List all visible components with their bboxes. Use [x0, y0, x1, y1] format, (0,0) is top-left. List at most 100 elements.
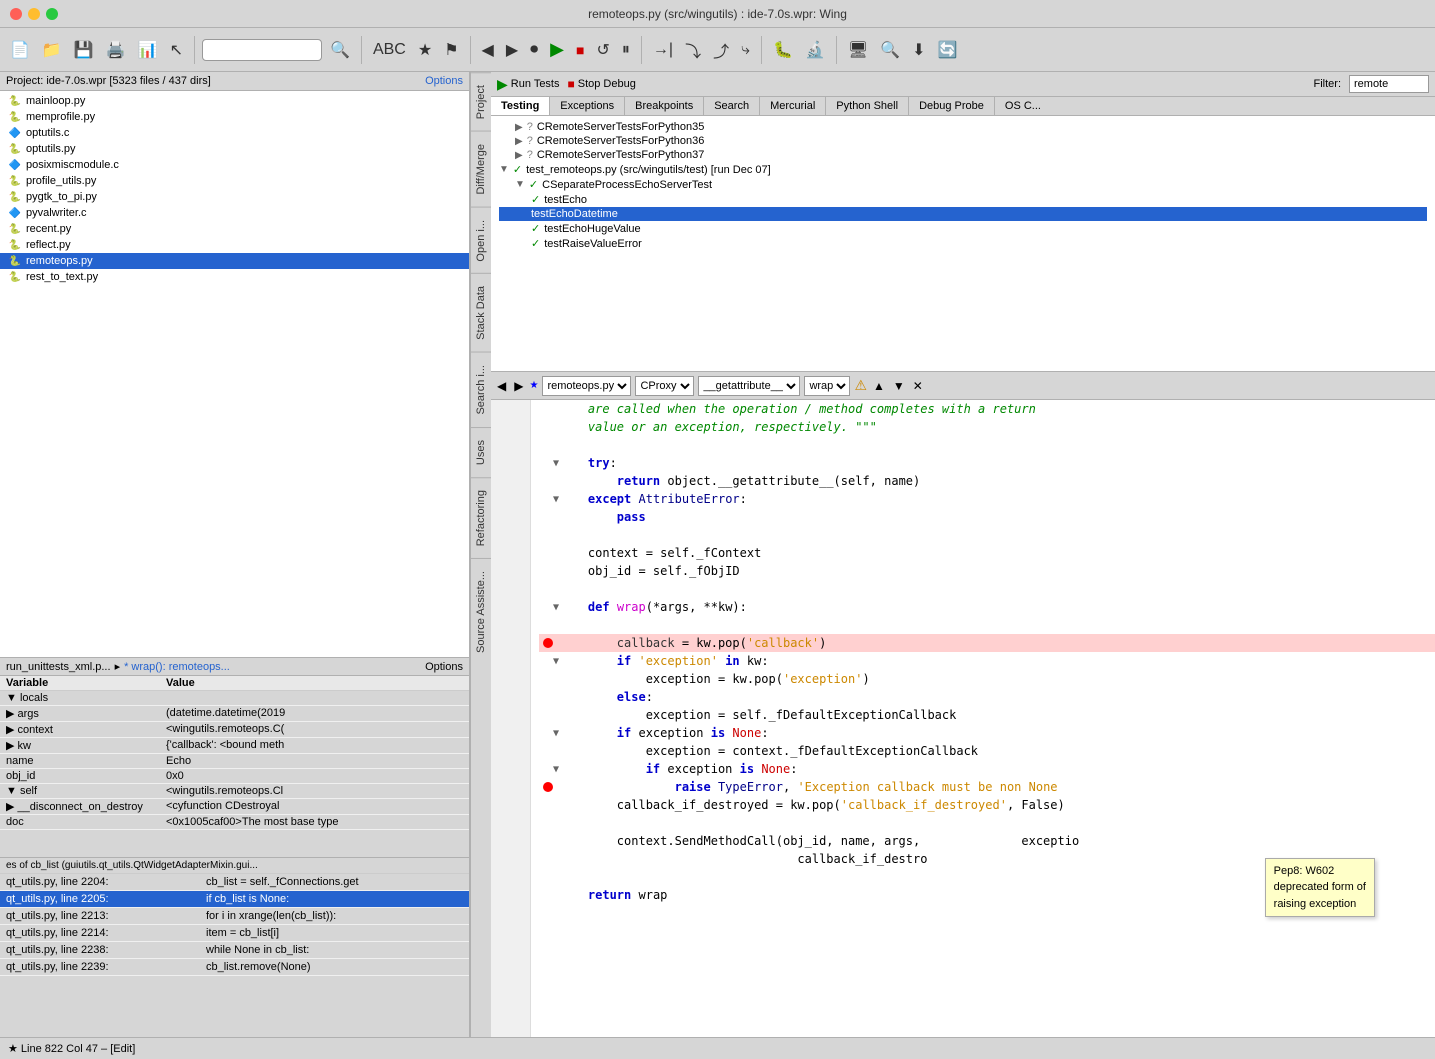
print-button[interactable]: 🖨️	[102, 38, 130, 62]
down-button[interactable]: ⬇	[908, 38, 929, 62]
vert-tab-diff/merge[interactable]: Diff/Merge	[471, 131, 491, 207]
tab-mercurial[interactable]: Mercurial	[760, 97, 826, 115]
var-row[interactable]: doc<0x1005caf00>The most base type	[0, 815, 469, 830]
toolbar-search[interactable]	[202, 39, 322, 61]
file-item[interactable]: 🐍optutils.py	[0, 141, 469, 157]
file-item[interactable]: 🔷posixmiscmodule.c	[0, 157, 469, 173]
save-button[interactable]: 💾	[70, 38, 98, 62]
close-button[interactable]	[10, 8, 22, 20]
file-item[interactable]: 🔷optutils.c	[0, 125, 469, 141]
tab-debug-probe[interactable]: Debug Probe	[909, 97, 995, 115]
bookmark-button[interactable]: ★	[414, 38, 436, 62]
func-select[interactable]: __getattribute__	[698, 376, 800, 396]
file-select[interactable]: remoteops.py	[542, 376, 631, 396]
file-item[interactable]: 🐍recent.py	[0, 221, 469, 237]
bottom-options[interactable]: Options	[425, 661, 463, 673]
minimize-button[interactable]	[28, 8, 40, 20]
filter-input[interactable]	[1349, 75, 1429, 93]
vert-tab-stack-data[interactable]: Stack Data	[471, 273, 491, 352]
test-item[interactable]: ▶?CRemoteServerTestsForPython37	[499, 148, 1427, 162]
uses-row[interactable]: qt_utils.py, line 2214:item = cb_list[i]	[0, 925, 469, 942]
bookmark2-button[interactable]: ⚑	[440, 38, 462, 62]
file-item[interactable]: 🐍reflect.py	[0, 237, 469, 253]
file-item[interactable]: 🐍mainloop.py	[0, 93, 469, 109]
var-row[interactable]: ▼ self<wingutils.remoteops.Cl	[0, 784, 469, 799]
var-row[interactable]: ▶ args(datetime.datetime(2019	[0, 706, 469, 722]
test-item[interactable]: ✓testEcho	[499, 192, 1427, 207]
uses-row[interactable]: qt_utils.py, line 2213:for i in xrange(l…	[0, 908, 469, 925]
test-item[interactable]: testEchoDatetime	[499, 207, 1427, 221]
step-next-button[interactable]: →|	[649, 39, 677, 61]
tab-search[interactable]: Search	[704, 97, 760, 115]
var-row[interactable]: ▶ context<wingutils.remoteops.C(	[0, 722, 469, 738]
test-item[interactable]: ▼✓test_remoteops.py (src/wingutils/test)…	[499, 162, 1427, 177]
vert-tab-refactoring[interactable]: Refactoring	[471, 477, 491, 558]
test-item[interactable]: ▶?CRemoteServerTestsForPython36	[499, 134, 1427, 148]
file-item[interactable]: 🐍remoteops.py	[0, 253, 469, 269]
zoom-button[interactable]: 🔍	[876, 38, 904, 62]
vert-tab-source-assiste...[interactable]: Source Assiste...	[471, 558, 491, 665]
tab-breakpoints[interactable]: Breakpoints	[625, 97, 704, 115]
class-select[interactable]: CProxy	[635, 376, 694, 396]
refresh-button[interactable]: 🔄	[934, 38, 962, 62]
file-item[interactable]: 🐍rest_to_text.py	[0, 269, 469, 285]
stop-debug-button[interactable]: ■ Stop Debug	[568, 77, 636, 91]
restart-button[interactable]: ↺	[592, 38, 613, 62]
scope-select[interactable]: wrap	[804, 376, 850, 396]
debug2-button[interactable]: 🔬	[801, 38, 829, 62]
maximize-button[interactable]	[46, 8, 58, 20]
nav-back-button[interactable]: ◀	[495, 379, 508, 393]
test-item[interactable]: ✓testEchoHugeValue	[499, 221, 1427, 236]
close-editor-button[interactable]: ✕	[911, 379, 925, 393]
goto-button[interactable]: ⤷	[737, 39, 754, 61]
pause-button[interactable]: ⏸	[618, 39, 634, 61]
uses-row[interactable]: qt_utils.py, line 2238:while None in cb_…	[0, 942, 469, 959]
bottom-tab1[interactable]: run_unittests_xml.p...	[6, 661, 111, 673]
file-item[interactable]: 🐍pygtk_to_pi.py	[0, 189, 469, 205]
vert-tab-open-i...[interactable]: Open i...	[471, 207, 491, 274]
fold-arrow-icon[interactable]: ▼	[553, 762, 559, 777]
vert-tab-uses[interactable]: Uses	[471, 427, 491, 477]
vert-tab-project[interactable]: Project	[471, 72, 491, 131]
chart-button[interactable]: 📊	[134, 38, 162, 62]
debug-button[interactable]: 🐛	[769, 38, 797, 62]
var-row[interactable]: ▶ kw{'callback': <bound meth	[0, 738, 469, 754]
tab-python-shell[interactable]: Python Shell	[826, 97, 909, 115]
fold-arrow-icon[interactable]: ▼	[553, 726, 559, 741]
file-item[interactable]: 🐍profile_utils.py	[0, 173, 469, 189]
forward-button[interactable]: ▶	[502, 38, 522, 62]
uses-row[interactable]: qt_utils.py, line 2205:if cb_list is Non…	[0, 891, 469, 908]
fold-arrow-icon[interactable]: ▼	[553, 492, 559, 507]
var-row[interactable]: ▼ locals	[0, 691, 469, 706]
test-item[interactable]: ▶?CRemoteServerTestsForPython35	[499, 120, 1427, 134]
fold-arrow-icon[interactable]: ▼	[553, 600, 559, 615]
run-tests-button[interactable]: ▶ Run Tests	[497, 76, 560, 93]
step-out-button[interactable]: ⤴	[709, 36, 733, 64]
var-row[interactable]: ▶ __disconnect_on_destroy<cyfunction CDe…	[0, 799, 469, 815]
var-row[interactable]: obj_id0x0	[0, 769, 469, 784]
file-item[interactable]: 🔷pyvalwriter.c	[0, 205, 469, 221]
test-item[interactable]: ▼✓CSeparateProcessEchoServerTest	[499, 177, 1427, 192]
project-options[interactable]: Options	[425, 75, 463, 87]
tab-os[interactable]: OS C...	[995, 97, 1051, 115]
monitor-button[interactable]: 🖥	[844, 38, 872, 62]
warning-nav-down-button[interactable]: ▼	[891, 379, 907, 393]
code-content[interactable]: are called when the operation / method c…	[531, 400, 1435, 1037]
spell-button[interactable]: ABC	[369, 39, 410, 61]
tab-exceptions[interactable]: Exceptions	[550, 97, 625, 115]
code-editor[interactable]: are called when the operation / method c…	[491, 400, 1435, 1037]
fold-arrow-icon[interactable]: ▼	[553, 654, 559, 669]
uses-row[interactable]: qt_utils.py, line 2239:cb_list.remove(No…	[0, 959, 469, 976]
tab-testing[interactable]: Testing	[491, 97, 550, 115]
vert-tab-search-i...[interactable]: Search i...	[471, 352, 491, 427]
bottom-tab2[interactable]: * wrap(): remoteops...	[124, 661, 230, 673]
record-button[interactable]: ⏺	[526, 39, 542, 61]
step-in-button[interactable]: ⤵	[681, 36, 705, 64]
uses-row[interactable]: qt_utils.py, line 2204:cb_list = self._f…	[0, 874, 469, 891]
new-button[interactable]: 📄	[6, 38, 34, 62]
cursor-button[interactable]: ↖	[166, 38, 187, 62]
var-row[interactable]: nameEcho	[0, 754, 469, 769]
test-item[interactable]: ✓testRaiseValueError	[499, 236, 1427, 251]
run-button[interactable]: ▶	[546, 37, 568, 62]
fold-arrow-icon[interactable]: ▼	[553, 456, 559, 471]
